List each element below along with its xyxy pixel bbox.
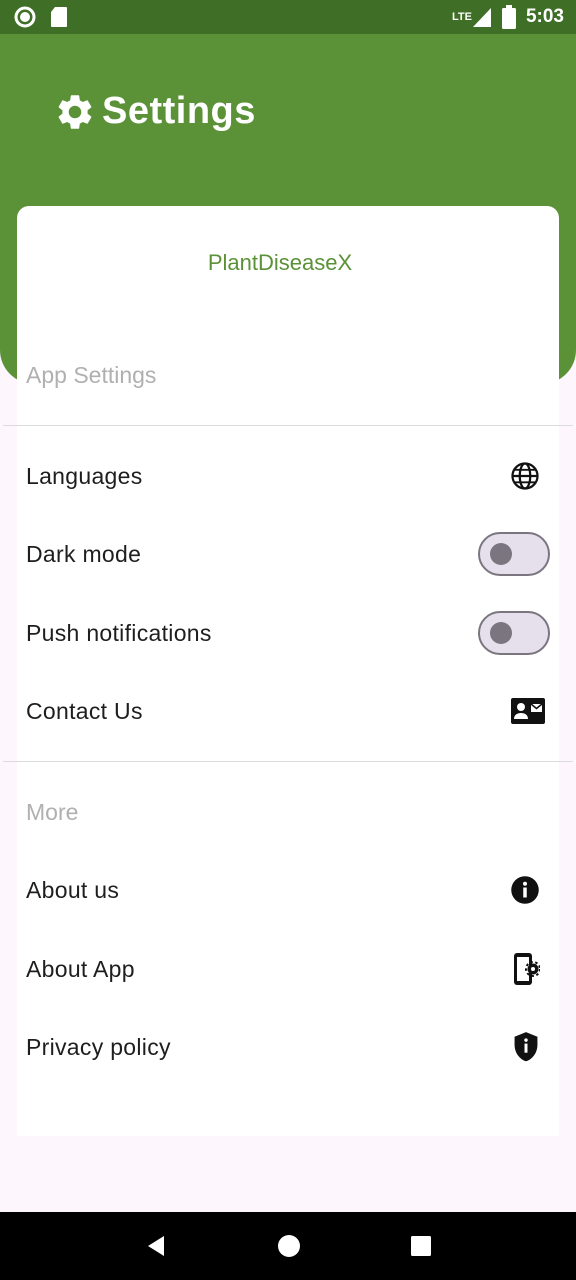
network-type: LTE (452, 11, 472, 23)
section-label-app-settings: App Settings (26, 362, 157, 388)
globe-icon[interactable] (510, 461, 540, 491)
sd-card-icon (50, 6, 68, 28)
contact-card-icon[interactable] (510, 697, 546, 725)
settings-row-privacy-policy[interactable]: Privacy policy (0, 1015, 576, 1079)
settings-row-about-us[interactable]: About us (0, 858, 576, 922)
recents-icon[interactable] (410, 1235, 432, 1257)
status-bar: LTE 5:03 (0, 0, 576, 34)
row-label: Push notifications (26, 619, 212, 646)
system-nav-bar (0, 1212, 576, 1280)
home-icon[interactable] (277, 1234, 301, 1258)
phone-settings-icon[interactable] (510, 952, 540, 986)
settings-row-push-notifications: Push notifications (0, 601, 576, 665)
section-label-more: More (26, 799, 79, 825)
gear-icon (54, 91, 96, 133)
row-label: About App (26, 955, 135, 982)
settings-row-dark-mode: Dark mode (0, 522, 576, 586)
signal-icon (472, 6, 492, 28)
status-time: 5:03 (525, 6, 564, 27)
info-icon[interactable] (510, 875, 540, 905)
toggle-knob (490, 622, 512, 644)
dark-mode-toggle[interactable] (478, 532, 550, 576)
settings-row-languages[interactable]: Languages (0, 444, 576, 508)
page-title-group: Settings (54, 90, 256, 133)
toggle-knob (490, 543, 512, 565)
row-label: Privacy policy (26, 1033, 171, 1060)
row-label: Contact Us (26, 697, 143, 724)
settings-row-contact-us[interactable]: Contact Us (0, 679, 576, 743)
divider (3, 425, 573, 426)
settings-row-about-app[interactable]: About App (0, 937, 576, 1001)
battery-icon (501, 5, 516, 29)
row-label: Languages (26, 462, 143, 489)
back-icon[interactable] (144, 1234, 168, 1258)
page-title: Settings (102, 90, 256, 132)
divider (3, 761, 573, 762)
row-label: About us (26, 876, 120, 903)
shield-info-icon[interactable] (512, 1031, 540, 1063)
circle-status-icon (14, 6, 36, 28)
app-name: PlantDiseaseX (207, 250, 353, 275)
row-label: Dark mode (26, 540, 142, 567)
push-notifications-toggle[interactable] (478, 611, 550, 655)
